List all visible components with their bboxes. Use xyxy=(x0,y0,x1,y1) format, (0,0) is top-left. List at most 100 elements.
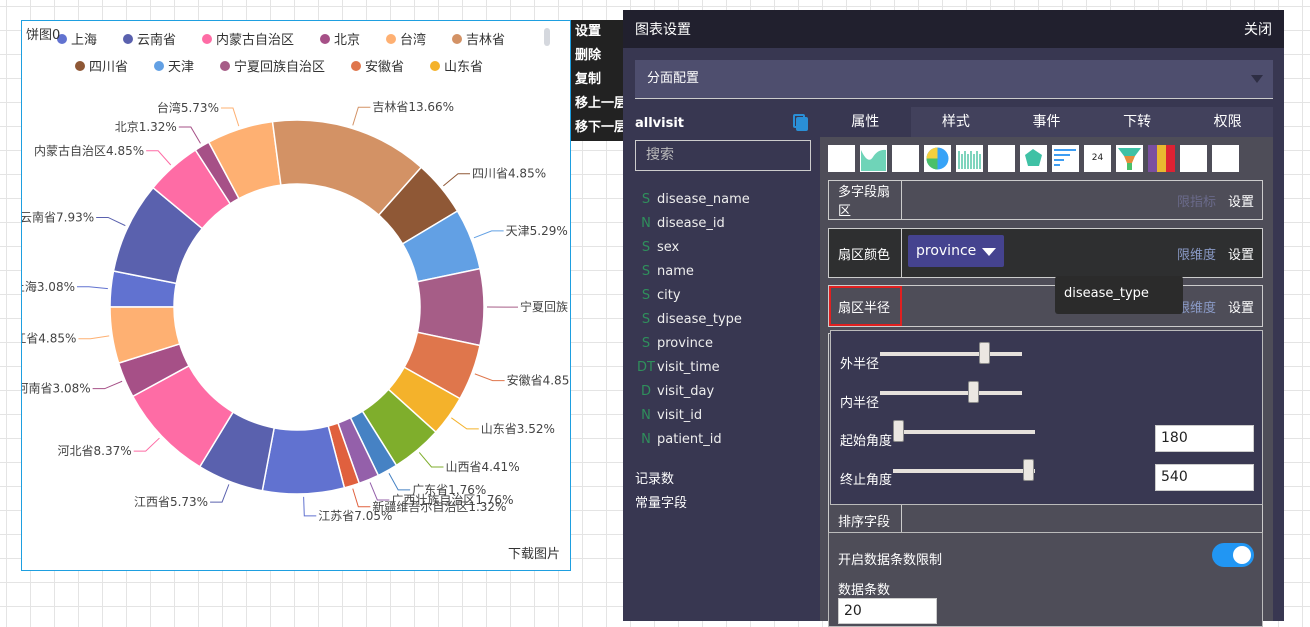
field-item[interactable]: Scity xyxy=(635,284,815,308)
legend-marker[interactable] xyxy=(452,34,462,44)
menu-item-move-down[interactable]: 移下一层 xyxy=(571,116,625,140)
tab-drilldown[interactable]: 下转 xyxy=(1092,107,1183,137)
row-label: 扇区颜色 xyxy=(829,229,902,277)
chart-type-area-icon[interactable] xyxy=(860,145,887,172)
field-item[interactable]: Sdisease_name xyxy=(635,188,815,212)
limit-hint: 限维度 xyxy=(1177,229,1216,277)
copy-icon[interactable] xyxy=(793,114,809,132)
chart-container[interactable]: 上海3.08%云南省7.93%内蒙古自治区4.85%北京1.32%台湾5.73%… xyxy=(21,20,571,571)
legend-marker[interactable] xyxy=(320,34,330,44)
label-line xyxy=(93,381,122,388)
slice-label: 新疆维吾尔自治区1.32% xyxy=(372,499,506,514)
chart-type-radar-icon[interactable] xyxy=(1020,145,1047,172)
tab-style[interactable]: 样式 xyxy=(911,107,1002,137)
data-count-input[interactable]: 20 xyxy=(838,598,937,624)
field-type-icon: N xyxy=(635,404,657,428)
outer-radius-slider[interactable] xyxy=(880,352,1022,356)
start-angle-input[interactable]: 180 xyxy=(1155,425,1254,452)
caret-down-icon[interactable] xyxy=(982,248,996,256)
chart-type-24-icon[interactable]: 24 xyxy=(1084,145,1111,172)
province-field-pill[interactable]: province xyxy=(908,235,1004,267)
field-item[interactable]: DTvisit_time xyxy=(635,356,815,380)
end-angle-input[interactable]: 540 xyxy=(1155,464,1254,491)
chart-type-wordcloud-icon[interactable] xyxy=(1180,145,1207,172)
menu-item-copy[interactable]: 复制 xyxy=(571,68,625,92)
close-button[interactable]: 关闭 xyxy=(1244,19,1272,39)
download-image-button[interactable]: 下载图片 xyxy=(508,543,560,562)
field-item[interactable]: Nvisit_id xyxy=(635,404,815,428)
slice-label: 上海3.08% xyxy=(22,279,75,294)
legend-item[interactable]: 安徽省 xyxy=(365,60,404,75)
legend-marker[interactable] xyxy=(202,34,212,44)
menu-item-move-up[interactable]: 移上一层 xyxy=(571,92,625,116)
field-item[interactable]: Ndisease_id xyxy=(635,212,815,236)
field-item[interactable]: Ssex xyxy=(635,236,815,260)
legend-item[interactable]: 北京 xyxy=(334,33,360,48)
chart-type-treemap-icon[interactable] xyxy=(1148,145,1175,172)
label-line xyxy=(443,174,470,186)
legend-item[interactable]: 天津 xyxy=(168,60,194,75)
chart-type-pie-icon[interactable] xyxy=(924,145,951,172)
label-line xyxy=(78,336,109,339)
legend-item[interactable]: 上海 xyxy=(71,33,97,48)
start-angle-label: 起始角度 xyxy=(840,430,892,449)
settings-link[interactable]: 设置 xyxy=(1228,181,1254,219)
slider-thumb[interactable] xyxy=(1023,459,1034,481)
multi-field-sector-row: 多字段扇区 限指标 设置 xyxy=(828,180,1263,220)
settings-tabs: 属性 样式 事件 下转 权限 xyxy=(820,107,1273,137)
label-line xyxy=(134,438,160,451)
inner-radius-slider[interactable] xyxy=(880,391,1022,395)
slider-thumb[interactable] xyxy=(979,342,990,364)
legend-marker[interactable] xyxy=(123,34,133,44)
legend-marker[interactable] xyxy=(386,34,396,44)
legend-item[interactable]: 四川省 xyxy=(89,60,128,75)
start-angle-slider[interactable] xyxy=(893,430,1035,434)
chart-type-bar-icon[interactable] xyxy=(956,145,983,172)
end-angle-label: 终止角度 xyxy=(840,469,892,488)
legend-item[interactable]: 吉林省 xyxy=(466,33,505,48)
field-item[interactable]: Npatient_id xyxy=(635,428,815,452)
legend-item[interactable]: 云南省 xyxy=(137,32,176,48)
menu-item-settings[interactable]: 设置 xyxy=(571,20,625,44)
end-angle-slider[interactable] xyxy=(893,469,1035,473)
slider-thumb[interactable] xyxy=(893,420,904,442)
legend-item[interactable]: 台湾 xyxy=(400,32,426,48)
field-item[interactable]: Sname xyxy=(635,260,815,284)
settings-link[interactable]: 设置 xyxy=(1228,229,1254,277)
legend-marker[interactable] xyxy=(75,61,85,71)
search-input[interactable]: 搜索 xyxy=(635,140,811,171)
constant-field[interactable]: 常量字段 xyxy=(635,492,687,516)
chart-type-grid-icon[interactable] xyxy=(1212,145,1239,172)
tab-events[interactable]: 事件 xyxy=(1001,107,1092,137)
settings-link[interactable]: 设置 xyxy=(1228,286,1254,326)
menu-item-delete[interactable]: 删除 xyxy=(571,44,625,68)
legend-item[interactable]: 山东省 xyxy=(444,60,483,75)
slider-thumb[interactable] xyxy=(968,381,979,403)
legend-scrollbar[interactable] xyxy=(544,28,550,46)
data-limit-toggle[interactable] xyxy=(1212,543,1254,567)
facet-config-dropdown[interactable]: 分面配置 xyxy=(635,60,1273,99)
field-item[interactable]: Dvisit_day xyxy=(635,380,815,404)
legend-item[interactable]: 宁夏回族自治区 xyxy=(234,59,325,75)
field-name: patient_id xyxy=(657,428,722,452)
chart-type-map-icon[interactable] xyxy=(988,145,1015,172)
legend-item[interactable]: 内蒙古自治区 xyxy=(216,32,294,48)
chart-type-table-icon[interactable] xyxy=(828,145,855,172)
legend-marker[interactable] xyxy=(154,61,164,71)
field-item[interactable]: Sdisease_type xyxy=(635,308,815,332)
slice-label: 北京1.32% xyxy=(115,120,177,134)
chart-type-hbar-icon[interactable] xyxy=(1052,145,1079,172)
chart-type-funnel-icon[interactable] xyxy=(1116,145,1143,172)
panel-header: 图表设置 关闭 xyxy=(623,10,1284,48)
field-type-icon: N xyxy=(635,428,657,452)
chart-type-blank-icon[interactable] xyxy=(892,145,919,172)
field-dropdown-option[interactable]: disease_type xyxy=(1055,276,1183,314)
legend-marker[interactable] xyxy=(351,61,361,71)
legend-marker[interactable] xyxy=(430,61,440,71)
record-count-field[interactable]: 记录数 xyxy=(635,468,687,492)
field-item[interactable]: Sprovince xyxy=(635,332,815,356)
tab-permissions[interactable]: 权限 xyxy=(1182,107,1273,137)
tab-properties[interactable]: 属性 xyxy=(820,107,911,137)
field-name: disease_id xyxy=(657,212,725,236)
legend-marker[interactable] xyxy=(220,61,230,71)
